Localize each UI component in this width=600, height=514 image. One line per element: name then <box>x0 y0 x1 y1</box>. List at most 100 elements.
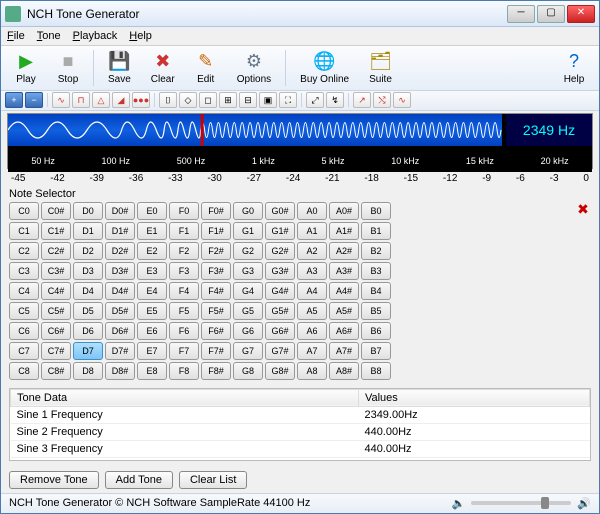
tool-g3[interactable]: ↗ <box>353 92 371 108</box>
close-button[interactable]: ✕ <box>567 5 595 23</box>
note-A2[interactable]: A2 <box>297 242 327 260</box>
stop-button[interactable]: ■Stop <box>47 48 89 87</box>
note-F6[interactable]: F6 <box>169 322 199 340</box>
note-D8s[interactable]: D8# <box>105 362 135 380</box>
note-B5[interactable]: B5 <box>361 302 391 320</box>
note-F7s[interactable]: F7# <box>201 342 231 360</box>
note-G6[interactable]: G6 <box>233 322 263 340</box>
note-F4[interactable]: F4 <box>169 282 199 300</box>
menu-tone[interactable]: Tone <box>37 30 61 42</box>
options-button[interactable]: ⚙Options <box>227 48 281 87</box>
note-B1[interactable]: B1 <box>361 222 391 240</box>
note-A0s[interactable]: A0# <box>329 202 359 220</box>
tool-impulse[interactable]: ●●● <box>132 92 150 108</box>
note-A0[interactable]: A0 <box>297 202 327 220</box>
remove-tone-button[interactable]: Remove Tone <box>9 471 99 489</box>
tool-w5[interactable]: ⊟ <box>239 92 257 108</box>
note-F1s[interactable]: F1# <box>201 222 231 240</box>
note-D1[interactable]: D1 <box>73 222 103 240</box>
note-E2[interactable]: E2 <box>137 242 167 260</box>
note-D7[interactable]: D7 <box>73 342 103 360</box>
tool-w2[interactable]: ◇ <box>179 92 197 108</box>
note-C8s[interactable]: C8# <box>41 362 71 380</box>
note-E7[interactable]: E7 <box>137 342 167 360</box>
note-E4[interactable]: E4 <box>137 282 167 300</box>
note-A6s[interactable]: A6# <box>329 322 359 340</box>
menu-playback[interactable]: Playback <box>73 30 118 42</box>
note-G8s[interactable]: G8# <box>265 362 295 380</box>
tool-w6[interactable]: ▣ <box>259 92 277 108</box>
note-F6s[interactable]: F6# <box>201 322 231 340</box>
note-C5s[interactable]: C5# <box>41 302 71 320</box>
note-D4s[interactable]: D4# <box>105 282 135 300</box>
help-button[interactable]: ?Help <box>553 48 595 87</box>
note-A7[interactable]: A7 <box>297 342 327 360</box>
note-C1s[interactable]: C1# <box>41 222 71 240</box>
note-C0[interactable]: C0 <box>9 202 39 220</box>
note-D0s[interactable]: D0# <box>105 202 135 220</box>
note-G7[interactable]: G7 <box>233 342 263 360</box>
note-D8[interactable]: D8 <box>73 362 103 380</box>
note-A1s[interactable]: A1# <box>329 222 359 240</box>
minimize-button[interactable]: ─ <box>507 5 535 23</box>
clear-button[interactable]: ✖Clear <box>141 48 185 87</box>
note-D6s[interactable]: D6# <box>105 322 135 340</box>
note-G2s[interactable]: G2# <box>265 242 295 260</box>
tool-w4[interactable]: ⊞ <box>219 92 237 108</box>
tool-sine[interactable]: ∿ <box>52 92 70 108</box>
waveform-display[interactable] <box>8 114 502 146</box>
note-F4s[interactable]: F4# <box>201 282 231 300</box>
note-E6[interactable]: E6 <box>137 322 167 340</box>
note-A4s[interactable]: A4# <box>329 282 359 300</box>
note-C3[interactable]: C3 <box>9 262 39 280</box>
note-C7[interactable]: C7 <box>9 342 39 360</box>
note-D5s[interactable]: D5# <box>105 302 135 320</box>
note-C7s[interactable]: C7# <box>41 342 71 360</box>
note-C3s[interactable]: C3# <box>41 262 71 280</box>
note-F3s[interactable]: F3# <box>201 262 231 280</box>
note-B4[interactable]: B4 <box>361 282 391 300</box>
tool-g2[interactable]: ↯ <box>326 92 344 108</box>
note-D1s[interactable]: D1# <box>105 222 135 240</box>
note-G4[interactable]: G4 <box>233 282 263 300</box>
note-G6s[interactable]: G6# <box>265 322 295 340</box>
tone-data-table[interactable]: Tone Data Values Sine 1 Frequency2349.00… <box>9 388 591 461</box>
note-B6[interactable]: B6 <box>361 322 391 340</box>
note-B3[interactable]: B3 <box>361 262 391 280</box>
note-F2s[interactable]: F2# <box>201 242 231 260</box>
tool-add[interactable]: + <box>5 92 23 108</box>
tool-g1[interactable]: ⤢ <box>306 92 324 108</box>
note-B0[interactable]: B0 <box>361 202 391 220</box>
note-E3[interactable]: E3 <box>137 262 167 280</box>
note-C2[interactable]: C2 <box>9 242 39 260</box>
note-A5[interactable]: A5 <box>297 302 327 320</box>
tool-g4[interactable]: ⤭ <box>373 92 391 108</box>
col-values[interactable]: Values <box>358 389 589 406</box>
note-D7s[interactable]: D7# <box>105 342 135 360</box>
note-B8[interactable]: B8 <box>361 362 391 380</box>
note-C6s[interactable]: C6# <box>41 322 71 340</box>
note-A3[interactable]: A3 <box>297 262 327 280</box>
note-D3[interactable]: D3 <box>73 262 103 280</box>
note-C8[interactable]: C8 <box>9 362 39 380</box>
note-G2[interactable]: G2 <box>233 242 263 260</box>
note-F8[interactable]: F8 <box>169 362 199 380</box>
note-F3[interactable]: F3 <box>169 262 199 280</box>
menu-file[interactable]: File <box>7 30 25 42</box>
note-F5s[interactable]: F5# <box>201 302 231 320</box>
note-D4[interactable]: D4 <box>73 282 103 300</box>
close-noteselector-icon[interactable]: ✖ <box>575 202 591 218</box>
note-D2s[interactable]: D2# <box>105 242 135 260</box>
tool-remove[interactable]: − <box>25 92 43 108</box>
note-C0s[interactable]: C0# <box>41 202 71 220</box>
note-E0[interactable]: E0 <box>137 202 167 220</box>
note-E5[interactable]: E5 <box>137 302 167 320</box>
tool-w1[interactable]: ⌷ <box>159 92 177 108</box>
note-G0s[interactable]: G0# <box>265 202 295 220</box>
save-button[interactable]: 💾Save <box>98 48 141 87</box>
note-A3s[interactable]: A3# <box>329 262 359 280</box>
note-E1[interactable]: E1 <box>137 222 167 240</box>
note-D3s[interactable]: D3# <box>105 262 135 280</box>
note-D6[interactable]: D6 <box>73 322 103 340</box>
note-C2s[interactable]: C2# <box>41 242 71 260</box>
